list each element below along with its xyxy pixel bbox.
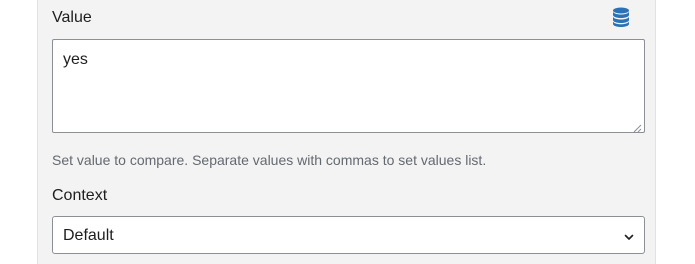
database-icon[interactable] bbox=[612, 7, 630, 27]
context-label: Context bbox=[52, 187, 108, 204]
value-textarea[interactable]: yes bbox=[52, 39, 645, 133]
resize-grip-icon[interactable] bbox=[632, 120, 642, 133]
context-select[interactable]: Default bbox=[52, 216, 645, 254]
context-selected-value: Default bbox=[63, 227, 114, 244]
value-help-text: Set value to compare. Separate values wi… bbox=[52, 152, 487, 168]
chevron-down-icon bbox=[623, 230, 635, 242]
settings-panel: Value yes Set value to compare. Separate… bbox=[37, 0, 656, 264]
value-label: Value bbox=[52, 9, 92, 26]
